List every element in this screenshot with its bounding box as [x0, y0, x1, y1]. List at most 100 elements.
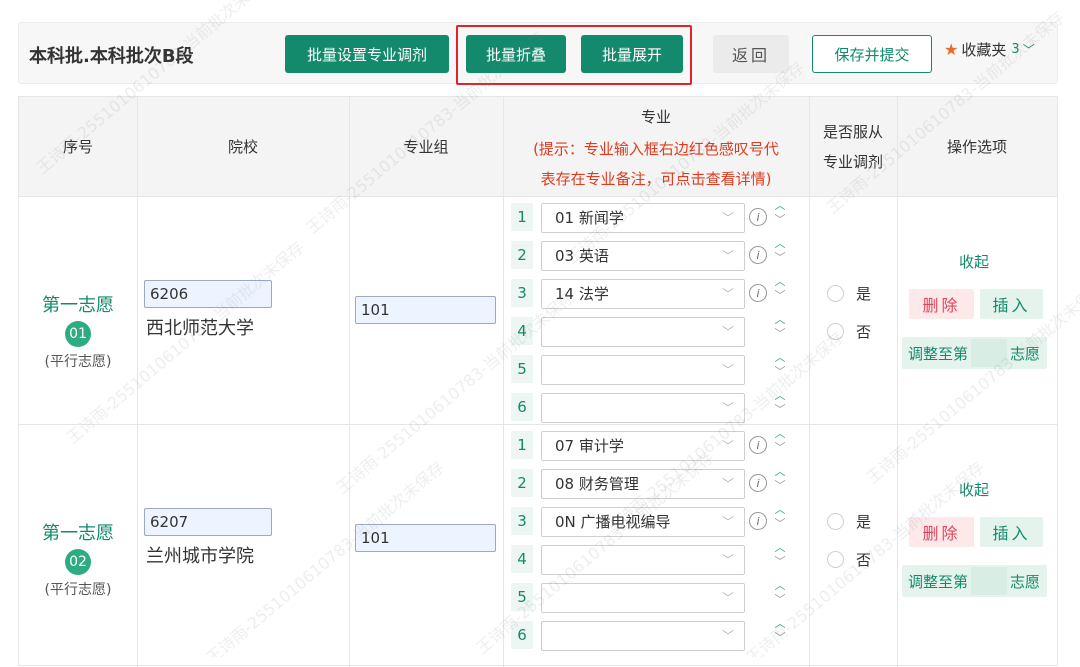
move-up-icon[interactable]: ︿	[773, 351, 787, 365]
move-up-icon[interactable]: ︿	[773, 313, 787, 327]
chevron-down-icon: ﹀	[721, 325, 734, 339]
major-select[interactable]: ﹀	[541, 621, 745, 651]
save-submit-button[interactable]: 保存并提交	[812, 35, 932, 73]
move-arrows[interactable]: ︿ ﹀	[773, 541, 787, 575]
move-up-icon[interactable]: ︿	[773, 237, 787, 251]
adjust-prefix: 调整至第	[908, 344, 969, 363]
major-index: 1	[511, 431, 533, 459]
move-up-icon[interactable]: ︿	[773, 503, 787, 517]
move-down-icon[interactable]: ﹀	[773, 517, 787, 531]
move-up-icon[interactable]: ︿	[773, 389, 787, 403]
move-arrows[interactable]: ︿ ﹀	[773, 199, 787, 233]
move-arrows[interactable]: ︿ ﹀	[773, 389, 787, 423]
move-up-icon[interactable]: ︿	[773, 617, 787, 631]
move-down-icon[interactable]: ﹀	[773, 327, 787, 341]
obey-yes-radio[interactable]: 是	[827, 511, 871, 532]
move-arrows[interactable]: ︿ ﹀	[773, 427, 787, 461]
major-value: 03 英语	[555, 247, 609, 265]
info-icon[interactable]: i	[749, 208, 767, 226]
back-button[interactable]: 返回	[713, 35, 789, 73]
move-arrows[interactable]: ︿ ﹀	[773, 237, 787, 271]
info-icon[interactable]: i	[749, 436, 767, 454]
radio-circle[interactable]	[827, 551, 844, 568]
major-row: 5 ﹀ ︿ ﹀	[511, 579, 791, 615]
group-code-input[interactable]: 101	[355, 296, 496, 324]
insert-button[interactable]: 插入	[980, 289, 1043, 319]
choice-label: 第一志愿	[42, 294, 114, 316]
adjust-position-input[interactable]	[971, 567, 1008, 595]
radio-circle[interactable]	[827, 513, 844, 530]
major-select[interactable]: 0N 广播电视编导 ﹀	[541, 507, 745, 537]
major-select[interactable]: 14 法学 ﹀	[541, 279, 745, 309]
adjust-position-input[interactable]	[971, 339, 1008, 367]
move-arrows[interactable]: ︿ ﹀	[773, 351, 787, 385]
move-down-icon[interactable]: ﹀	[773, 403, 787, 417]
chevron-down-icon: ﹀	[1022, 43, 1035, 57]
major-select[interactable]: 08 财务管理 ﹀	[541, 469, 745, 499]
major-row: 6 ﹀ ︿ ﹀	[511, 617, 791, 653]
group-code-input[interactable]: 101	[355, 524, 496, 552]
move-up-icon[interactable]: ︿	[773, 465, 787, 479]
major-index: 6	[511, 393, 533, 421]
col-major: 专业 (提示：专业输入框右边红色感叹号代 表存在专业备注，可点击查看详情)	[503, 97, 809, 197]
move-up-icon[interactable]: ︿	[773, 541, 787, 555]
school-code-input[interactable]: 6206	[144, 280, 272, 308]
major-select[interactable]: 03 英语 ﹀	[541, 241, 745, 271]
major-row: 3 0N 广播电视编导 ﹀ i ︿ ﹀	[511, 503, 791, 539]
major-index: 5	[511, 355, 533, 383]
move-arrows[interactable]: ︿ ﹀	[773, 275, 787, 309]
move-down-icon[interactable]: ﹀	[773, 631, 787, 645]
major-value: 14 法学	[555, 285, 609, 303]
move-arrows[interactable]: ︿ ﹀	[773, 617, 787, 651]
major-select[interactable]: ﹀	[541, 545, 745, 575]
move-down-icon[interactable]: ﹀	[773, 213, 787, 227]
info-icon[interactable]: i	[749, 512, 767, 530]
major-value: 01 新闻学	[555, 209, 624, 227]
major-select[interactable]: ﹀	[541, 317, 745, 347]
major-select[interactable]: 07 审计学 ﹀	[541, 431, 745, 461]
choice-type: (平行志愿)	[44, 581, 112, 598]
obey-no-radio[interactable]: 否	[827, 321, 871, 342]
move-down-icon[interactable]: ﹀	[773, 555, 787, 569]
move-down-icon[interactable]: ﹀	[773, 251, 787, 265]
move-arrows[interactable]: ︿ ﹀	[773, 313, 787, 347]
col-group: 专业组	[403, 138, 449, 156]
col-ops: 操作选项	[946, 138, 1007, 156]
delete-button[interactable]: 删除	[909, 517, 974, 547]
radio-circle[interactable]	[827, 285, 844, 302]
collapse-link[interactable]: 收起	[959, 251, 989, 272]
move-down-icon[interactable]: ﹀	[773, 479, 787, 493]
obey-yes-radio[interactable]: 是	[827, 283, 871, 304]
move-arrows[interactable]: ︿ ﹀	[773, 579, 787, 613]
move-arrows[interactable]: ︿ ﹀	[773, 503, 787, 537]
move-up-icon[interactable]: ︿	[773, 199, 787, 213]
major-select[interactable]: ﹀	[541, 583, 745, 613]
major-select[interactable]: 01 新闻学 ﹀	[541, 203, 745, 233]
batch-expand-button[interactable]: 批量展开	[581, 35, 683, 73]
move-down-icon[interactable]: ﹀	[773, 441, 787, 455]
move-up-icon[interactable]: ︿	[773, 579, 787, 593]
major-select[interactable]: ﹀	[541, 355, 745, 385]
major-select[interactable]: ﹀	[541, 393, 745, 423]
favorites-dropdown[interactable]: ★ 收藏夹 3 ﹀	[944, 39, 1035, 60]
major-row: 6 ﹀ ︿ ﹀	[511, 389, 791, 425]
move-down-icon[interactable]: ﹀	[773, 593, 787, 607]
insert-button[interactable]: 插入	[980, 517, 1043, 547]
radio-circle[interactable]	[827, 323, 844, 340]
obey-no-radio[interactable]: 否	[827, 549, 871, 570]
school-code-input[interactable]: 6207	[144, 508, 272, 536]
collapse-link[interactable]: 收起	[959, 479, 989, 500]
major-value: 07 审计学	[555, 437, 624, 455]
move-up-icon[interactable]: ︿	[773, 275, 787, 289]
delete-button[interactable]: 删除	[909, 289, 974, 319]
info-icon[interactable]: i	[749, 284, 767, 302]
batch-collapse-button[interactable]: 批量折叠	[466, 35, 566, 73]
info-icon[interactable]: i	[749, 246, 767, 264]
move-up-icon[interactable]: ︿	[773, 427, 787, 441]
move-down-icon[interactable]: ﹀	[773, 365, 787, 379]
move-arrows[interactable]: ︿ ﹀	[773, 465, 787, 499]
star-icon: ★	[944, 40, 959, 59]
info-icon[interactable]: i	[749, 474, 767, 492]
batch-adjust-button[interactable]: 批量设置专业调剂	[285, 35, 449, 73]
move-down-icon[interactable]: ﹀	[773, 289, 787, 303]
